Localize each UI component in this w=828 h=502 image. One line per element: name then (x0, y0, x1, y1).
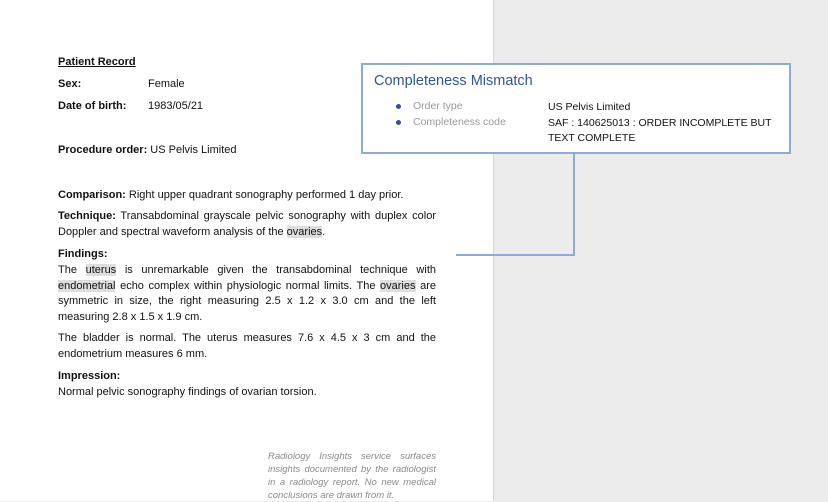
technique-end: . (322, 225, 326, 238)
connector-vertical (573, 154, 575, 256)
procedure-value: US Pelvis Limited (147, 144, 237, 156)
impression-text: Normal pelvic sonography findings of ova… (58, 386, 317, 398)
completeness-code-value: SAF : 140625013 : ORDER INCOMPLETE BUT T… (548, 117, 772, 144)
order-type-label: Order type (413, 100, 463, 112)
highlight-uterus: uterus (85, 264, 117, 276)
completeness-code-label: Completeness code (413, 116, 506, 128)
technique: Technique: Transabdominal grayscale pelv… (58, 209, 436, 240)
technique-label: Technique: (58, 210, 116, 222)
findings-paragraph-2: The bladder is normal. The uterus measur… (58, 332, 436, 360)
highlight-ovaries: ovaries (286, 225, 323, 238)
bullet-icon (396, 120, 401, 125)
completeness-mismatch-callout: Completeness Mismatch Order type US Pelv… (361, 63, 791, 154)
procedure-label: Procedure order: (58, 144, 148, 156)
highlight-endometrial: endometrial (58, 279, 116, 292)
dob-label: Date of birth: (58, 100, 127, 112)
procedure-order: Procedure order: US Pelvis Limited (58, 143, 237, 159)
findings-label: Findings: (58, 248, 108, 260)
document-heading: Patient Record (58, 56, 136, 68)
findings-text-b: is unremarkable given the transabdominal… (116, 264, 436, 276)
findings-text-c: echo complex within physiologic normal l… (115, 279, 381, 292)
order-type-value: US Pelvis Limited (548, 101, 631, 113)
sex-label: Sex: (58, 78, 82, 90)
findings-paragraph-1: The uterus is unremarkable given the tra… (58, 263, 436, 325)
comparison-label: Comparison: (58, 189, 126, 201)
comparison: Comparison: Right upper quadrant sonogra… (58, 188, 403, 204)
dob-value: 1983/05/21 (148, 100, 204, 112)
bullet-icon (396, 104, 401, 109)
findings-text-a: The (58, 264, 86, 276)
sex-value: Female (148, 78, 185, 90)
callout-title: Completeness Mismatch (374, 73, 533, 89)
connector-horizontal (456, 254, 575, 256)
highlight-ovaries-findings: ovaries (380, 279, 416, 292)
impression-label: Impression: (58, 370, 121, 382)
comparison-text: Right upper quadrant sonography performe… (125, 189, 404, 201)
footer-disclaimer: Radiology Insights service surfaces insi… (268, 451, 436, 501)
